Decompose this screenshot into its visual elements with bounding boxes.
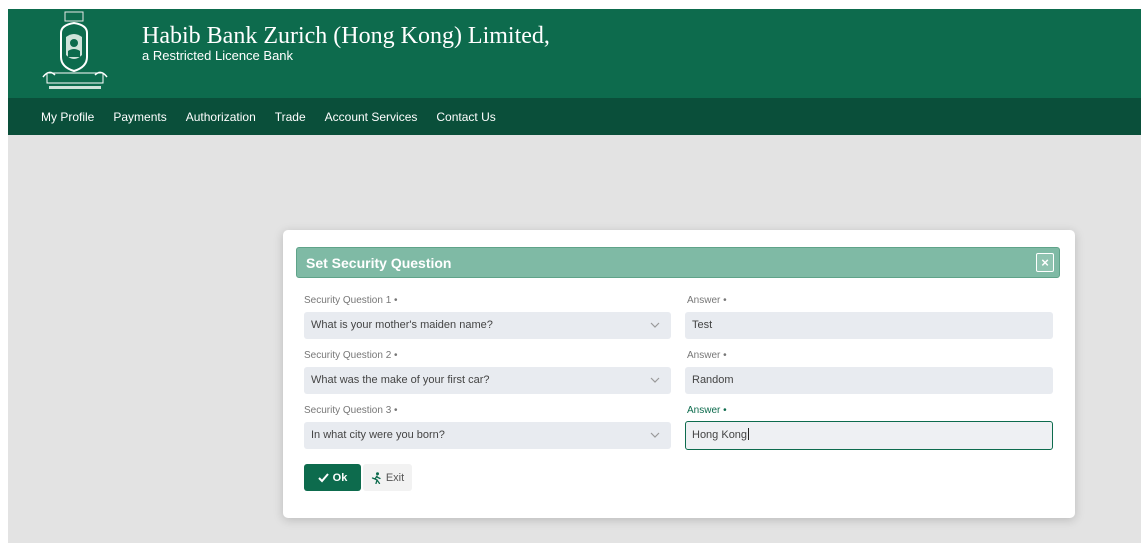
answer-3-label: Answer • bbox=[687, 405, 727, 416]
nav-item-authorization[interactable]: Authorization bbox=[186, 110, 256, 124]
answer-3-value-wrap: Hong Kong bbox=[692, 428, 750, 441]
running-person-icon bbox=[371, 471, 382, 484]
modal-title: Set Security Question bbox=[306, 255, 452, 271]
answer-3-input[interactable]: Hong Kong bbox=[685, 421, 1053, 450]
checkmark-icon bbox=[317, 472, 329, 483]
bank-name: Habib Bank Zurich (Hong Kong) Limited, bbox=[142, 23, 550, 49]
nav-item-account-services[interactable]: Account Services bbox=[325, 110, 418, 124]
bank-subtitle: a Restricted Licence Bank bbox=[142, 48, 294, 63]
security-question-modal: Set Security Question × Security Questio… bbox=[283, 230, 1075, 518]
modal-title-bar: Set Security Question × bbox=[296, 247, 1060, 278]
answer-2-value: Random bbox=[692, 374, 734, 386]
question-2-label: Security Question 2 • bbox=[304, 350, 398, 361]
question-2-select[interactable]: What was the make of your first car? bbox=[304, 367, 671, 394]
question-3-select[interactable]: In what city were you born? bbox=[304, 422, 671, 449]
nav-item-payments[interactable]: Payments bbox=[113, 110, 166, 124]
question-1-value: What is your mother's maiden name? bbox=[311, 319, 493, 331]
answer-1-input[interactable]: Test bbox=[685, 312, 1053, 339]
question-3-label: Security Question 3 • bbox=[304, 405, 398, 416]
ok-button[interactable]: Ok bbox=[304, 464, 361, 491]
answer-2-label: Answer • bbox=[687, 350, 727, 361]
close-button[interactable]: × bbox=[1036, 253, 1054, 272]
header: Habib Bank Zurich (Hong Kong) Limited, a… bbox=[8, 9, 1141, 98]
lion-crest-logo bbox=[42, 11, 108, 89]
question-2-value: What was the make of your first car? bbox=[311, 374, 490, 386]
ok-label: Ok bbox=[332, 471, 348, 484]
question-1-select[interactable]: What is your mother's maiden name? bbox=[304, 312, 671, 339]
nav-item-contact-us[interactable]: Contact Us bbox=[436, 110, 495, 124]
exit-button[interactable]: Exit bbox=[363, 464, 412, 491]
close-icon: × bbox=[1041, 255, 1049, 270]
question-3-value: In what city were you born? bbox=[311, 429, 445, 441]
answer-1-value: Test bbox=[692, 319, 713, 331]
question-1-label: Security Question 1 • bbox=[304, 295, 398, 306]
answer-2-input[interactable]: Random bbox=[685, 367, 1053, 394]
main-nav: My Profile Payments Authorization Trade … bbox=[8, 98, 1141, 135]
nav-item-my-profile[interactable]: My Profile bbox=[41, 110, 94, 124]
answer-3-value: Hong Kong bbox=[692, 429, 748, 441]
exit-label: Exit bbox=[385, 471, 405, 484]
chevron-down-icon bbox=[650, 322, 660, 328]
text-caret bbox=[748, 428, 750, 440]
answer-1-label: Answer • bbox=[687, 295, 727, 306]
nav-item-trade[interactable]: Trade bbox=[275, 110, 306, 124]
chevron-down-icon bbox=[650, 377, 660, 383]
chevron-down-icon bbox=[650, 432, 660, 438]
